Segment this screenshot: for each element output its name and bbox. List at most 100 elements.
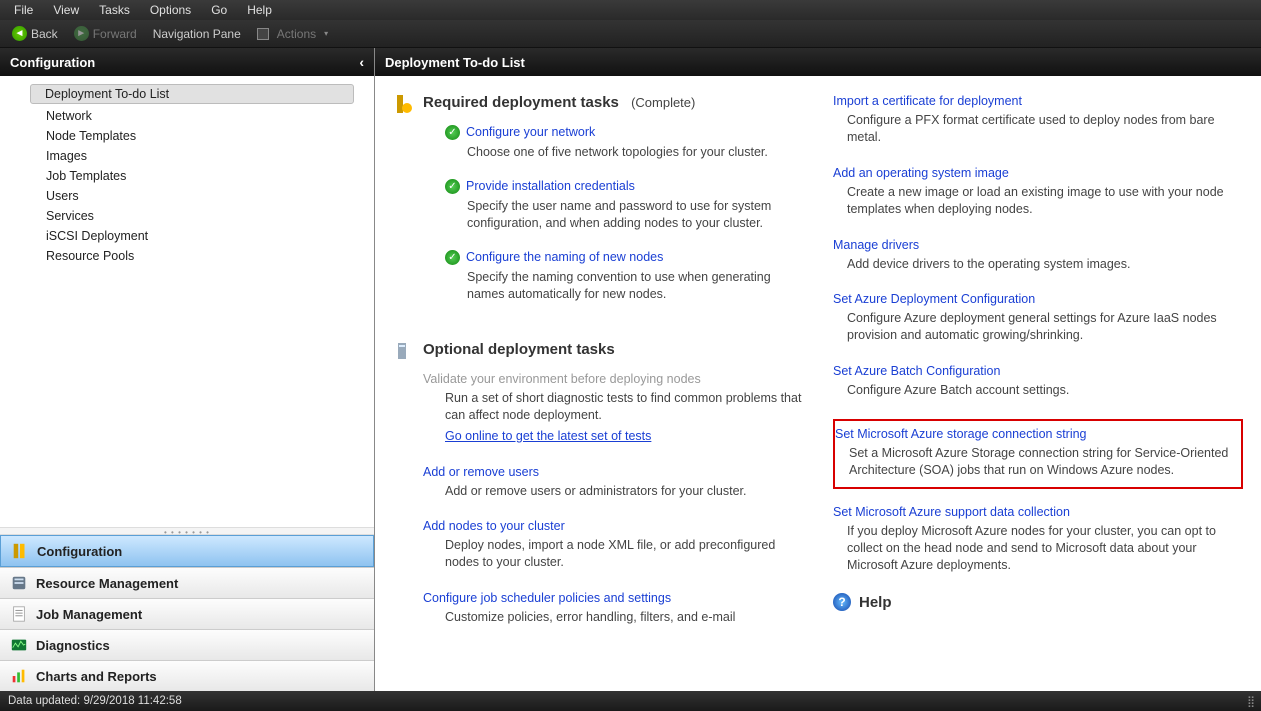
nav-buttons: Configuration Resource Management Job Ma… bbox=[0, 535, 374, 691]
link-azure-batch-config[interactable]: Set Azure Batch Configuration bbox=[833, 364, 1243, 378]
configuration-tree: Deployment To-do List Network Node Templ… bbox=[0, 76, 374, 527]
required-status: (Complete) bbox=[631, 95, 695, 110]
desc-job-scheduler: Customize policies, error handling, filt… bbox=[423, 609, 803, 626]
desc-add-os-image: Create a new image or load an existing i… bbox=[833, 184, 1243, 218]
server-icon bbox=[10, 574, 28, 592]
menu-bar: File View Tasks Options Go Help bbox=[0, 0, 1261, 20]
help-heading-text: Help bbox=[859, 594, 892, 611]
desc-manage-drivers: Add device drivers to the operating syst… bbox=[833, 256, 1243, 273]
actions-label: Actions bbox=[277, 27, 316, 41]
link-manage-drivers[interactable]: Manage drivers bbox=[833, 238, 1243, 252]
menu-tasks[interactable]: Tasks bbox=[89, 1, 140, 19]
menu-go[interactable]: Go bbox=[201, 1, 237, 19]
tree-users[interactable]: Users bbox=[0, 186, 374, 206]
navigation-pane-button[interactable]: Navigation Pane bbox=[147, 25, 247, 43]
desc-add-users: Add or remove users or administrators fo… bbox=[423, 483, 803, 500]
link-configure-network[interactable]: Configure your network bbox=[466, 125, 595, 139]
link-azure-support-data[interactable]: Set Microsoft Azure support data collect… bbox=[833, 505, 1243, 519]
required-tasks-icon bbox=[393, 94, 413, 114]
toolbar: ◄ Back ► Forward Navigation Pane Actions… bbox=[0, 20, 1261, 48]
link-install-creds[interactable]: Provide installation credentials bbox=[466, 179, 635, 193]
nav-configuration-label: Configuration bbox=[37, 544, 122, 559]
optional-heading: Optional deployment tasks bbox=[423, 341, 803, 358]
diagnostics-icon bbox=[10, 636, 28, 654]
link-azure-storage-string[interactable]: Set Microsoft Azure storage connection s… bbox=[835, 427, 1233, 441]
nav-configuration[interactable]: Configuration bbox=[0, 535, 374, 567]
menu-options[interactable]: Options bbox=[140, 1, 201, 19]
tree-network[interactable]: Network bbox=[0, 106, 374, 126]
menu-help[interactable]: Help bbox=[237, 1, 282, 19]
task-add-users: Add or remove users Add or remove users … bbox=[423, 465, 803, 500]
nav-charts-label: Charts and Reports bbox=[36, 669, 157, 684]
task-install-creds: ✓ Provide installation credentials Specif… bbox=[445, 179, 803, 232]
task-add-os-image: Add an operating system image Create a n… bbox=[833, 166, 1243, 218]
status-bar: Data updated: 9/29/2018 11:42:58 ⣿ bbox=[0, 691, 1261, 711]
tree-deployment-todo[interactable]: Deployment To-do List bbox=[30, 84, 354, 104]
left-panel: Configuration ‹ Deployment To-do List Ne… bbox=[0, 48, 375, 691]
splitter-grip[interactable]: • • • • • • • bbox=[0, 527, 374, 535]
collapse-left-icon[interactable]: ‹ bbox=[359, 54, 364, 70]
right-panel-header: Deployment To-do List bbox=[375, 48, 1261, 76]
configuration-icon bbox=[11, 542, 29, 560]
task-job-scheduler: Configure job scheduler policies and set… bbox=[423, 591, 803, 626]
tree-node-templates[interactable]: Node Templates bbox=[0, 126, 374, 146]
nav-diagnostics[interactable]: Diagnostics bbox=[0, 629, 374, 660]
tree-job-templates[interactable]: Job Templates bbox=[0, 166, 374, 186]
back-button[interactable]: ◄ Back bbox=[6, 24, 64, 43]
desc-azure-batch-config: Configure Azure Batch account settings. bbox=[833, 382, 1243, 399]
task-import-cert: Import a certificate for deployment Conf… bbox=[833, 94, 1243, 146]
link-azure-deploy-config[interactable]: Set Azure Deployment Configuration bbox=[833, 292, 1243, 306]
check-icon: ✓ bbox=[445, 125, 460, 140]
task-azure-deploy-config: Set Azure Deployment Configuration Confi… bbox=[833, 292, 1243, 344]
desc-import-cert: Configure a PFX format certificate used … bbox=[833, 112, 1243, 146]
content-scroll[interactable]: Required deployment tasks (Complete) ✓Co… bbox=[375, 76, 1261, 691]
nav-diagnostics-label: Diagnostics bbox=[36, 638, 110, 653]
desc-validate-env: Run a set of short diagnostic tests to f… bbox=[423, 390, 803, 424]
link-job-scheduler[interactable]: Configure job scheduler policies and set… bbox=[423, 591, 803, 605]
link-naming-nodes[interactable]: Configure the naming of new nodes bbox=[466, 250, 663, 264]
task-add-nodes: Add nodes to your cluster Deploy nodes, … bbox=[423, 519, 803, 571]
actions-button[interactable]: Actions ▾ bbox=[251, 25, 334, 43]
check-icon: ✓ bbox=[445, 179, 460, 194]
nav-resource-management[interactable]: Resource Management bbox=[0, 567, 374, 598]
desc-azure-deploy-config: Configure Azure deployment general setti… bbox=[833, 310, 1243, 344]
nav-charts-reports[interactable]: Charts and Reports bbox=[0, 660, 374, 691]
resize-grip-icon[interactable]: ⣿ bbox=[1247, 695, 1253, 708]
link-add-nodes[interactable]: Add nodes to your cluster bbox=[423, 519, 803, 533]
task-naming-nodes: ✓ Configure the naming of new nodes Speci… bbox=[445, 250, 803, 303]
forward-label: Forward bbox=[93, 27, 137, 41]
document-icon bbox=[10, 605, 28, 623]
check-icon: ✓ bbox=[445, 250, 460, 265]
back-label: Back bbox=[31, 27, 58, 41]
title-validate-env: Validate your environment before deployi… bbox=[423, 372, 803, 386]
task-validate-env: Validate your environment before deployi… bbox=[423, 372, 803, 445]
desc-add-nodes: Deploy nodes, import a node XML file, or… bbox=[423, 537, 803, 571]
menu-view[interactable]: View bbox=[43, 1, 89, 19]
forward-button[interactable]: ► Forward bbox=[68, 24, 143, 43]
task-manage-drivers: Manage drivers Add device drivers to the… bbox=[833, 238, 1243, 273]
tree-images[interactable]: Images bbox=[0, 146, 374, 166]
tree-resource-pools[interactable]: Resource Pools bbox=[0, 246, 374, 266]
tree-iscsi[interactable]: iSCSI Deployment bbox=[0, 226, 374, 246]
dropdown-icon: ▾ bbox=[324, 29, 328, 38]
desc-naming-nodes: Specify the naming convention to use whe… bbox=[467, 269, 803, 303]
desc-azure-storage-string: Set a Microsoft Azure Storage connection… bbox=[835, 445, 1233, 479]
content-column-2: Import a certificate for deployment Conf… bbox=[833, 94, 1243, 646]
desc-install-creds: Specify the user name and password to us… bbox=[467, 198, 803, 232]
link-import-cert[interactable]: Import a certificate for deployment bbox=[833, 94, 1243, 108]
content-column-1: Required deployment tasks (Complete) ✓Co… bbox=[393, 94, 803, 646]
nav-job-management[interactable]: Job Management bbox=[0, 598, 374, 629]
link-latest-tests[interactable]: Go online to get the latest set of tests bbox=[445, 429, 651, 443]
task-azure-batch-config: Set Azure Batch Configuration Configure … bbox=[833, 364, 1243, 399]
desc-azure-support-data: If you deploy Microsoft Azure nodes for … bbox=[833, 523, 1243, 574]
status-text: Data updated: 9/29/2018 11:42:58 bbox=[8, 695, 182, 707]
menu-file[interactable]: File bbox=[4, 1, 43, 19]
forward-arrow-icon: ► bbox=[74, 26, 89, 41]
link-add-os-image[interactable]: Add an operating system image bbox=[833, 166, 1243, 180]
task-configure-network: ✓Configure your network Choose one of fi… bbox=[445, 125, 803, 161]
nav-job-label: Job Management bbox=[36, 607, 142, 622]
link-add-users[interactable]: Add or remove users bbox=[423, 465, 803, 479]
tree-services[interactable]: Services bbox=[0, 206, 374, 226]
highlighted-task-box: Set Microsoft Azure storage connection s… bbox=[833, 419, 1243, 489]
task-azure-storage-string: Set Microsoft Azure storage connection s… bbox=[835, 427, 1233, 479]
